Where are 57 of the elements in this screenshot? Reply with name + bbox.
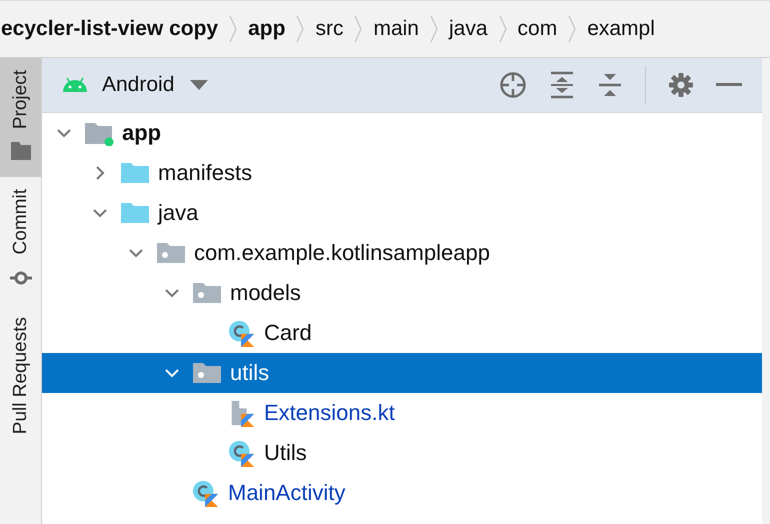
tool-window-tab[interactable]: Commit — [0, 177, 41, 305]
tree-item[interactable]: Card — [42, 313, 762, 353]
kotlin-class-icon — [192, 479, 220, 507]
tree-item-label: utils — [230, 360, 270, 386]
tree-item-label: models — [230, 280, 301, 306]
tool-window-tab-label: Pull Requests — [10, 316, 32, 434]
chevron-separator-icon — [228, 14, 238, 44]
breadcrumb-item[interactable]: com — [518, 17, 558, 41]
tree-item-label: MainActivity — [228, 480, 346, 506]
breadcrumb-item[interactable]: main — [373, 17, 419, 41]
tree-item-label: com.example.kotlinsampleapp — [194, 240, 490, 266]
tree-item[interactable]: MainActivity — [42, 473, 762, 513]
chevron-separator-icon — [498, 14, 508, 44]
tree-item-label: Utils — [264, 440, 307, 466]
folder-icon — [120, 160, 150, 186]
tree-item-label: app — [122, 120, 162, 146]
tree-item-label: java — [158, 200, 198, 226]
tool-window-tab-label: Project — [10, 70, 32, 130]
breadcrumb-item[interactable]: java — [448, 17, 488, 41]
module-folder-icon — [84, 120, 114, 146]
tree-item[interactable]: app — [42, 113, 762, 153]
collapse-all-icon[interactable] — [597, 71, 623, 99]
package-folder-icon — [192, 360, 222, 386]
settings-icon[interactable] — [668, 72, 694, 98]
package-folder-icon — [156, 240, 186, 266]
tool-window-tab[interactable]: Pull Requests — [0, 304, 41, 450]
tree-item[interactable]: utils — [42, 353, 762, 393]
package-folder-icon — [192, 280, 222, 306]
breadcrumb-item[interactable]: exampl — [587, 17, 655, 41]
chevron-separator-icon — [295, 14, 306, 44]
locate-icon[interactable] — [499, 71, 527, 99]
tree-item[interactable]: models — [42, 273, 762, 313]
folder-icon — [120, 200, 150, 226]
hide-icon[interactable] — [716, 83, 742, 87]
expand-all-icon[interactable] — [549, 71, 575, 99]
dropdown-caret-icon — [190, 80, 208, 90]
view-selector[interactable]: Android — [98, 73, 212, 97]
tree-item-label: Extensions.kt — [264, 400, 395, 426]
breadcrumb-item[interactable]: ecycler-list-view copy — [1, 17, 218, 41]
tree-item[interactable]: Utils — [42, 433, 762, 473]
chevron-separator-icon — [428, 14, 439, 44]
chevron-separator-icon — [353, 14, 364, 44]
tree-item-label: Card — [264, 320, 312, 346]
breadcrumb-item[interactable]: src — [315, 17, 344, 41]
kotlin-class-icon — [228, 439, 256, 467]
tree-item-label: manifests — [158, 160, 252, 186]
tree-item[interactable]: manifests — [42, 153, 762, 193]
folder-icon — [10, 141, 32, 162]
chevron-separator-icon — [567, 14, 578, 44]
tool-window-tab-label: Commit — [10, 189, 32, 255]
tree-item[interactable]: Extensions.kt — [42, 393, 762, 433]
kotlin-class-icon — [228, 319, 256, 347]
breadcrumb-item[interactable]: app — [248, 17, 286, 41]
android-icon — [62, 77, 88, 93]
tool-window-tab[interactable]: Project — [0, 58, 41, 178]
tree-item[interactable]: com.example.kotlinsampleapp — [42, 233, 762, 273]
tree-item[interactable]: java — [42, 193, 762, 233]
